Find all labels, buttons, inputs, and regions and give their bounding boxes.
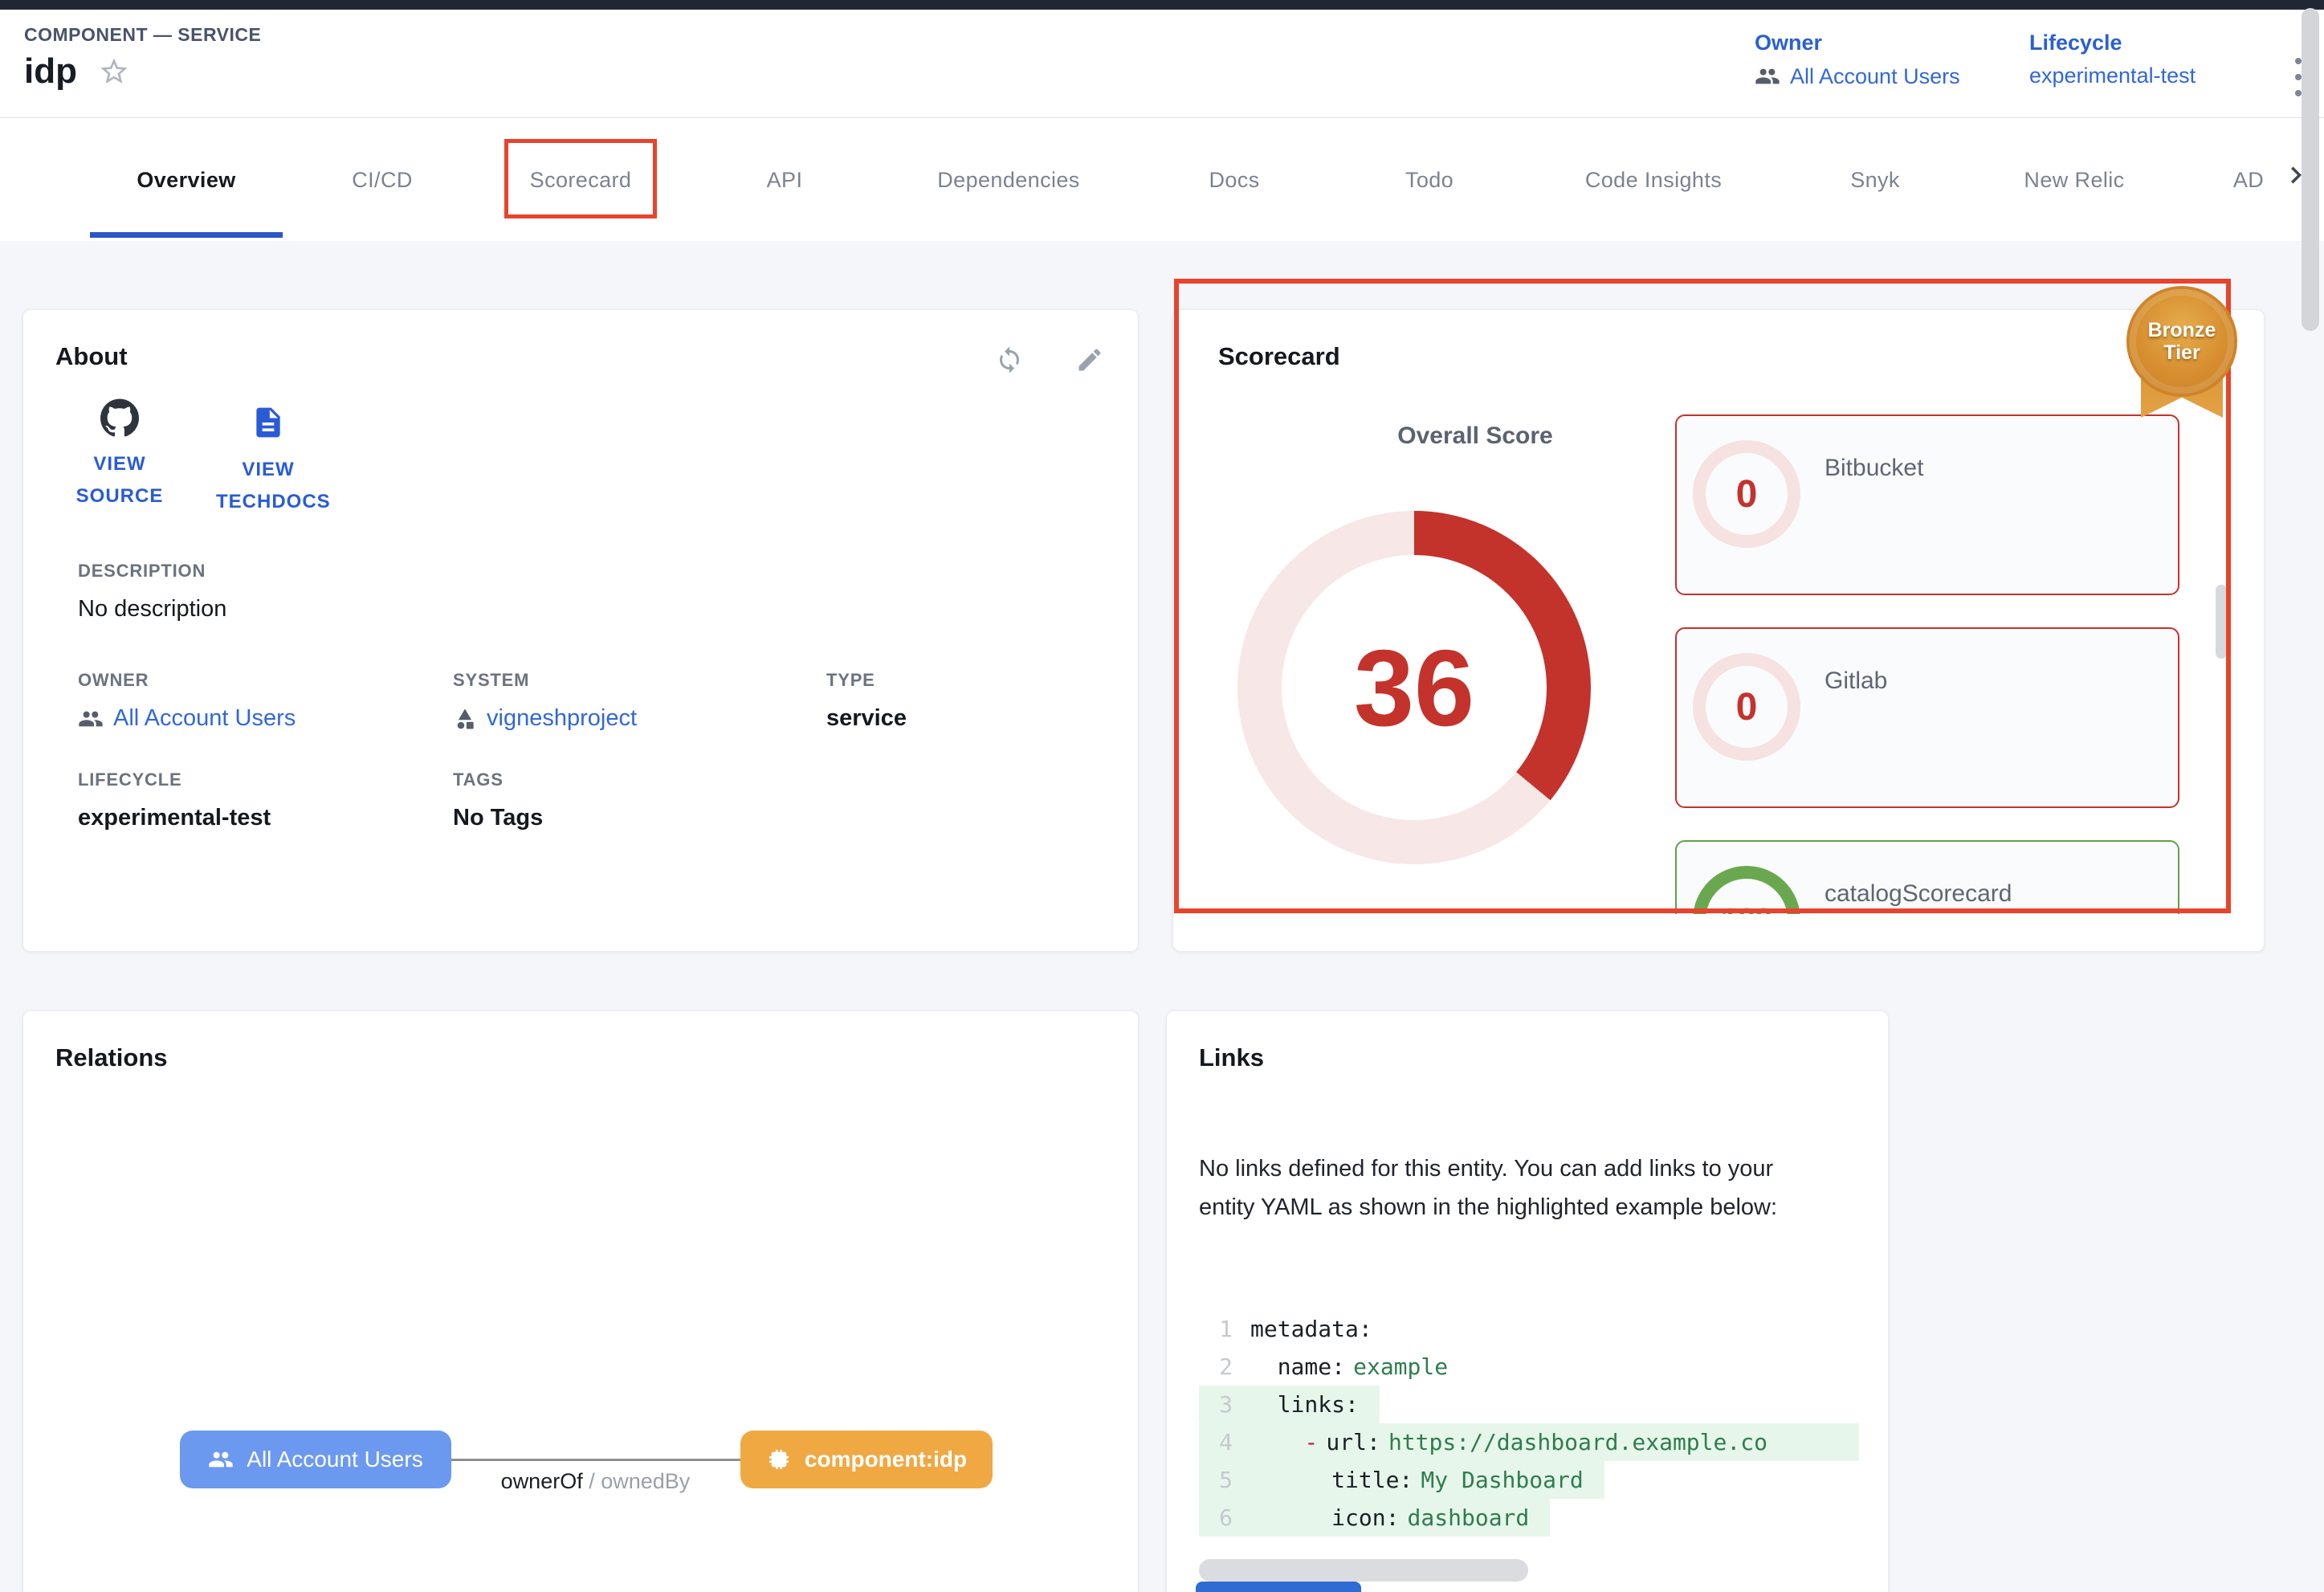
- system-label: SYSTEM: [453, 670, 637, 691]
- description-value: No description: [78, 596, 226, 623]
- active-tab-indicator: [90, 232, 283, 238]
- scorecard-list-scrollbar[interactable]: [2216, 585, 2227, 659]
- owner-link[interactable]: All Account Users: [1755, 63, 1960, 89]
- code-horizontal-scrollbar[interactable]: [1199, 1559, 1528, 1582]
- tab-new-relic[interactable]: New Relic: [2024, 168, 2124, 193]
- scorecard-item-name: Gitlab: [1825, 667, 1887, 695]
- tab-snyk[interactable]: Snyk: [1850, 168, 1900, 193]
- breadcrumb: COMPONENT — SERVICE: [24, 24, 261, 46]
- entity-header: COMPONENT — SERVICE idp Owner All Accoun…: [0, 10, 2324, 117]
- about-owner-link[interactable]: All Account Users: [78, 705, 296, 732]
- scorecard-item-name: Bitbucket: [1825, 455, 1923, 482]
- owner-label: Owner: [1755, 31, 1960, 55]
- tab-overview[interactable]: Overview: [137, 168, 235, 193]
- relations-title: Relations: [55, 1043, 168, 1072]
- people-icon: [208, 1447, 234, 1472]
- scorecard-title: Scorecard: [1218, 342, 1340, 371]
- about-card: About VIEW SOURCE VIEW TECHDOCS DESCRIPT…: [22, 309, 1139, 952]
- tab-scorecard[interactable]: Scorecard: [530, 168, 632, 193]
- about-lifecycle-value: experimental-test: [78, 805, 271, 831]
- links-empty-text: No links defined for this entity. You ca…: [1199, 1149, 1833, 1227]
- scorecard-item-catalogscorecard[interactable]: 100 catalogScorecard: [1675, 840, 2179, 914]
- bronze-tier-badge: BronzeTier: [2130, 289, 2234, 426]
- yaml-code-block: 1 metadata: 2 name:example 3 links: 4 -u…: [1199, 1310, 1859, 1537]
- type-label: TYPE: [826, 670, 907, 691]
- scorecard-card: Scorecard Overall Score 36 0 Bitbucket 0…: [1172, 309, 2265, 952]
- tab-cicd[interactable]: CI/CD: [352, 168, 413, 193]
- tab-todo[interactable]: Todo: [1405, 168, 1454, 193]
- view-source-label: VIEW SOURCE: [67, 448, 172, 512]
- about-title: About: [55, 342, 128, 371]
- scorecard-item-list: 0 Bitbucket 0 Gitlab 100 catalogScorecar…: [1675, 414, 2179, 914]
- code-line-2: 2 name:example: [1199, 1348, 1859, 1386]
- tags-label: TAGS: [453, 769, 543, 790]
- tab-api[interactable]: API: [767, 168, 803, 193]
- refresh-icon[interactable]: [995, 345, 1024, 374]
- page-scrollbar[interactable]: [2302, 8, 2319, 331]
- chip-icon: [766, 1447, 792, 1472]
- scorecard-item-bitbucket[interactable]: 0 Bitbucket: [1675, 414, 2179, 595]
- overall-score-value: 36: [1237, 511, 1591, 864]
- relation-edge-label: ownerOf / ownedBy: [449, 1469, 742, 1494]
- people-icon: [78, 706, 104, 732]
- system-icon: [453, 707, 477, 731]
- lifecycle-label: Lifecycle: [2029, 31, 2196, 55]
- tab-overflow-partial[interactable]: AD: [2233, 168, 2264, 193]
- favorite-star-icon[interactable]: [98, 55, 130, 88]
- score-ring: 100: [1693, 866, 1800, 914]
- app-screen: COMPONENT — SERVICE idp Owner All Accoun…: [0, 0, 2324, 1592]
- links-cut-off-button[interactable]: [1196, 1582, 1361, 1592]
- relation-node-component[interactable]: component:idp: [740, 1431, 993, 1488]
- page-title: idp: [24, 51, 77, 92]
- score-ring: 0: [1693, 653, 1800, 761]
- scorecard-item-name: catalogScorecard: [1825, 880, 2012, 908]
- people-icon: [1755, 63, 1780, 89]
- browser-top-bar: [0, 0, 2324, 10]
- links-title: Links: [1199, 1043, 1264, 1072]
- about-owner-label: OWNER: [78, 670, 296, 691]
- code-line-3-highlighted: 3 links:: [1199, 1386, 1380, 1423]
- relations-graph: All Account Users ownerOf / ownedBy comp…: [23, 1413, 1140, 1557]
- system-link[interactable]: vigneshproject: [453, 705, 637, 732]
- tab-dependencies[interactable]: Dependencies: [937, 168, 1079, 193]
- tab-docs[interactable]: Docs: [1209, 168, 1259, 193]
- relation-node-owner[interactable]: All Account Users: [180, 1431, 451, 1488]
- tab-code-insights[interactable]: Code Insights: [1585, 168, 1722, 193]
- github-icon: [100, 398, 139, 437]
- overall-score-label: Overall Score: [1299, 422, 1652, 450]
- badge-medal-icon: BronzeTier: [2130, 289, 2234, 394]
- entity-tab-bar: Overview CI/CD Scorecard API Dependencie…: [0, 118, 2324, 241]
- links-card: Links No links defined for this entity. …: [1166, 1010, 1889, 1592]
- type-value: service: [826, 705, 907, 732]
- edit-icon[interactable]: [1075, 345, 1104, 374]
- view-techdocs-label: VIEW TECHDOCS: [216, 454, 320, 518]
- overall-score-donut: 36: [1237, 511, 1591, 864]
- techdocs-doc-icon: [251, 402, 286, 443]
- lifecycle-value: experimental-test: [2029, 63, 2196, 88]
- code-line-4-highlighted: 4 -url:https://dashboard.example.co: [1199, 1423, 1859, 1461]
- description-label: DESCRIPTION: [78, 561, 226, 582]
- score-ring: 0: [1693, 440, 1800, 548]
- tags-value: No Tags: [453, 805, 543, 831]
- code-line-1: 1 metadata:: [1199, 1310, 1859, 1348]
- relations-card: Relations All Account Users ownerOf / ow…: [22, 1010, 1139, 1592]
- relation-edge: [449, 1459, 742, 1461]
- view-techdocs-link[interactable]: VIEW TECHDOCS: [180, 402, 357, 518]
- code-line-6-highlighted: 6 icon:dashboard: [1199, 1499, 1550, 1537]
- scorecard-item-gitlab[interactable]: 0 Gitlab: [1675, 627, 2179, 808]
- code-line-5-highlighted: 5 title:My Dashboard: [1199, 1461, 1604, 1499]
- about-lifecycle-label: LIFECYCLE: [78, 769, 271, 790]
